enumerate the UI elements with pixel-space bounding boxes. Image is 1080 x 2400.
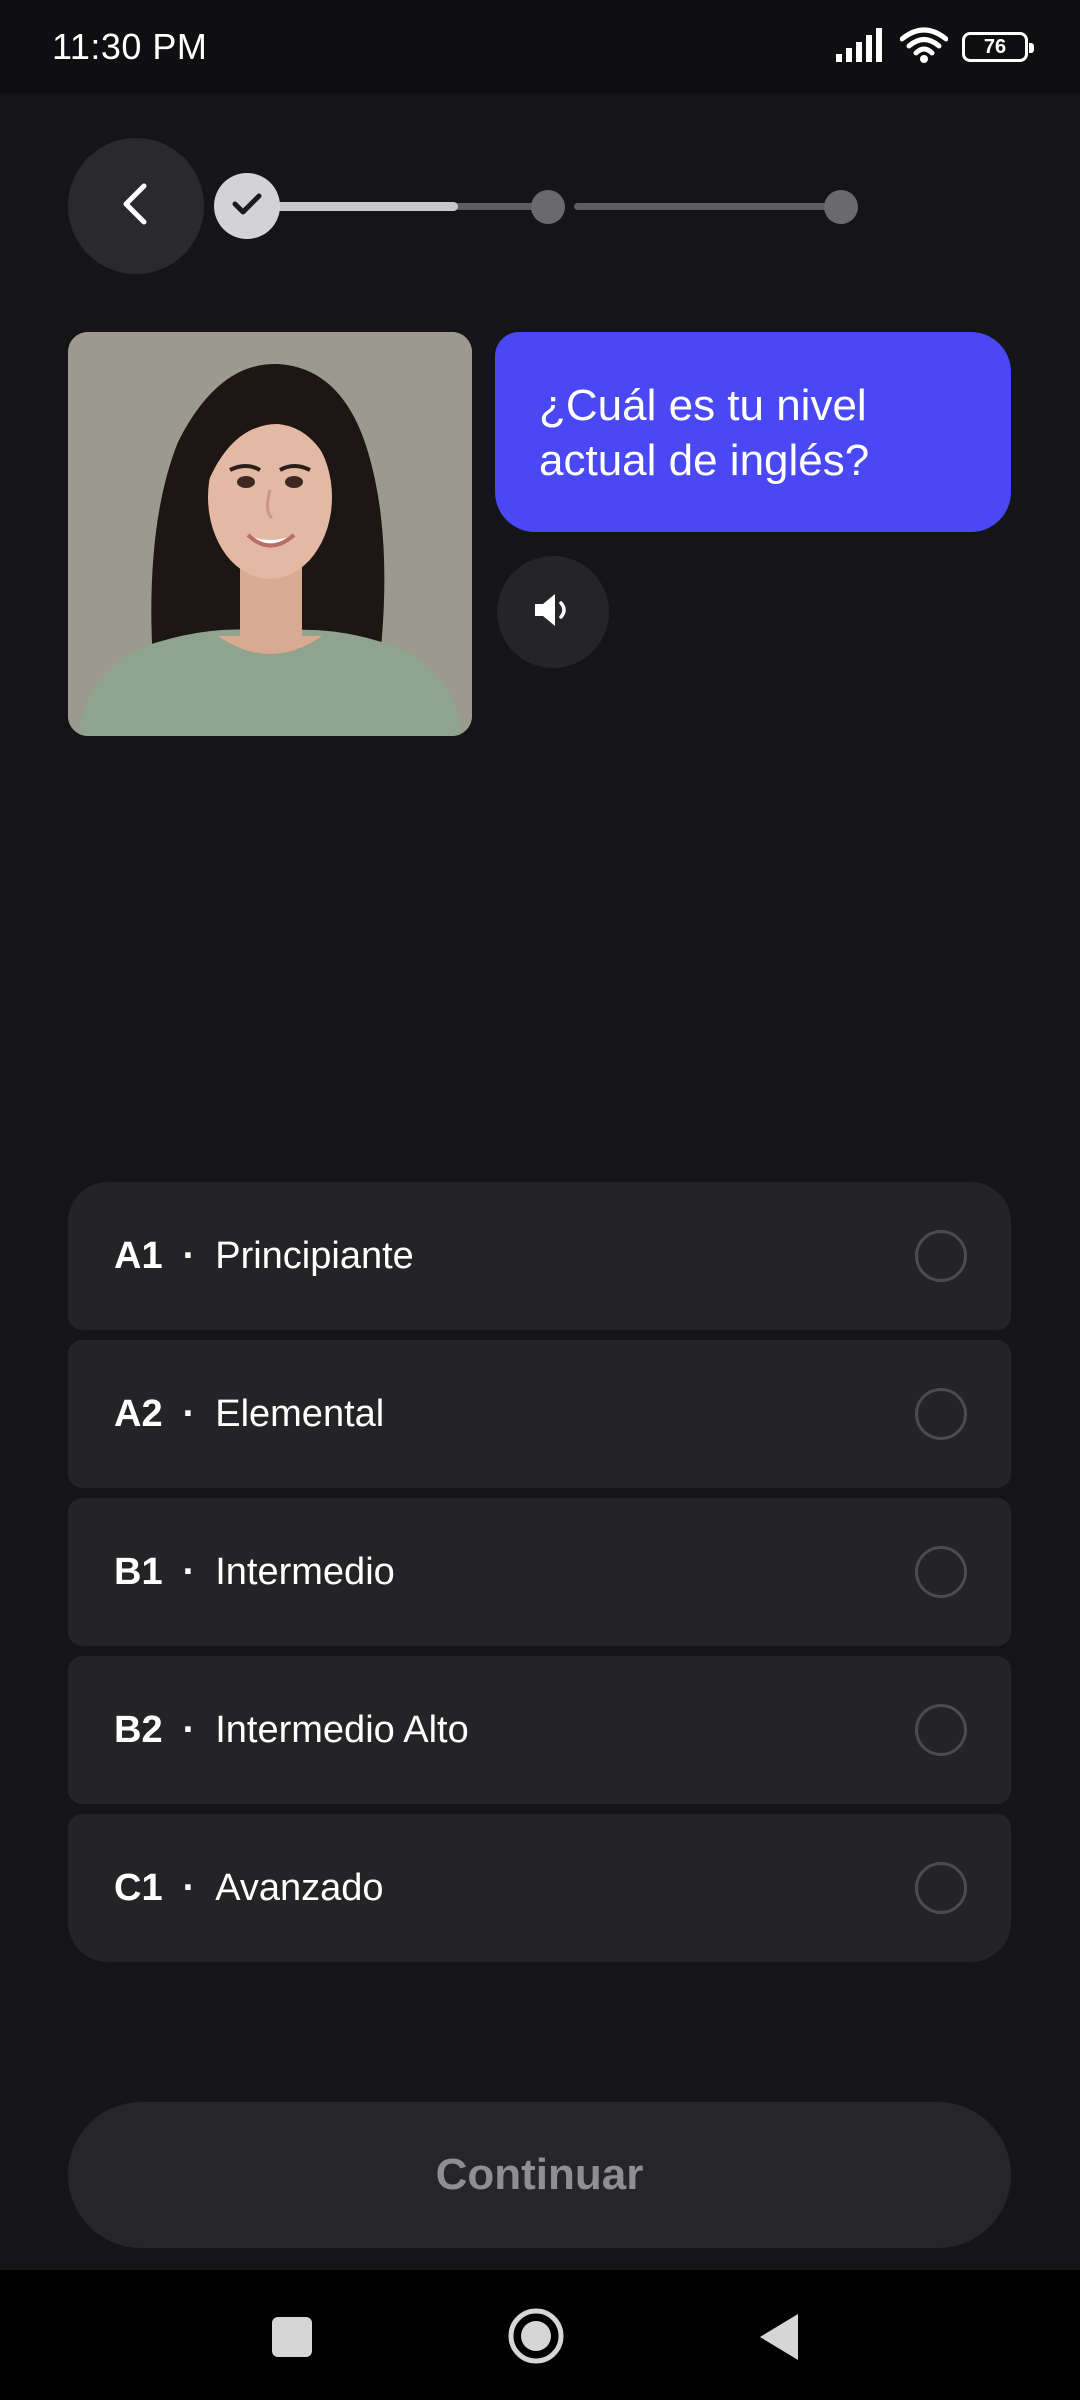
progress-step-2 [531,190,565,224]
option-b2[interactable]: B2 · Intermedio Alto [68,1656,1011,1804]
recents-square-icon[interactable] [270,2317,314,2362]
home-circle-icon[interactable] [506,2306,566,2371]
check-icon [232,192,262,221]
status-bar: 11:30 PM 76 [0,0,1080,94]
back-button[interactable] [68,138,204,274]
battery-icon: 76 [962,32,1034,62]
continue-button[interactable]: Continuar [68,2102,1011,2248]
back-triangle-icon[interactable] [756,2312,802,2367]
option-b1[interactable]: B1 · Intermedio [68,1498,1011,1646]
option-c1[interactable]: C1 · Avanzado [68,1814,1011,1962]
option-separator: · [182,1234,196,1277]
option-label: Avanzado [215,1866,384,1909]
radio-button[interactable] [915,1704,967,1756]
radio-button[interactable] [915,1230,967,1282]
chevron-left-icon [116,182,156,231]
question-bubble: ¿Cuál es tu nivel actual de inglés? [495,332,1011,532]
option-a2[interactable]: A2 · Elemental [68,1340,1011,1488]
option-code: B2 [114,1708,163,1751]
option-label: Principiante [215,1234,414,1277]
wifi-icon [899,27,949,68]
status-icons: 76 [836,27,1034,68]
continue-label: Continuar [435,2150,644,2199]
option-separator: · [182,1866,196,1909]
option-label: Intermedio [215,1550,395,1593]
option-separator: · [182,1392,196,1435]
option-code: C1 [114,1866,163,1909]
progress-step-done [214,173,280,239]
option-separator: · [182,1708,196,1751]
radio-button[interactable] [915,1388,967,1440]
radio-button[interactable] [915,1546,967,1598]
option-label: Intermedio Alto [215,1708,469,1751]
option-code: B1 [114,1550,163,1593]
speaker-icon [531,590,575,635]
option-label: Elemental [215,1392,385,1435]
option-code: A2 [114,1392,163,1435]
question-text: ¿Cuál es tu nivel actual de inglés? [539,381,870,485]
option-a1[interactable]: A1 · Principiante [68,1182,1011,1330]
progress-indicator [214,171,864,241]
progress-segment-2 [574,203,850,210]
signal-icon [836,27,886,67]
tutor-avatar [68,332,472,736]
option-code: A1 [114,1234,163,1277]
radio-button[interactable] [915,1862,967,1914]
battery-level: 76 [983,35,1007,58]
option-separator: · [182,1550,196,1593]
play-audio-button[interactable] [497,556,609,668]
progress-step-3 [824,190,858,224]
level-options: A1 · Principiante A2 · Elemental B1 · In… [68,1182,1011,1972]
system-nav-bar [0,2270,1080,2400]
status-time: 11:30 PM [52,26,208,67]
